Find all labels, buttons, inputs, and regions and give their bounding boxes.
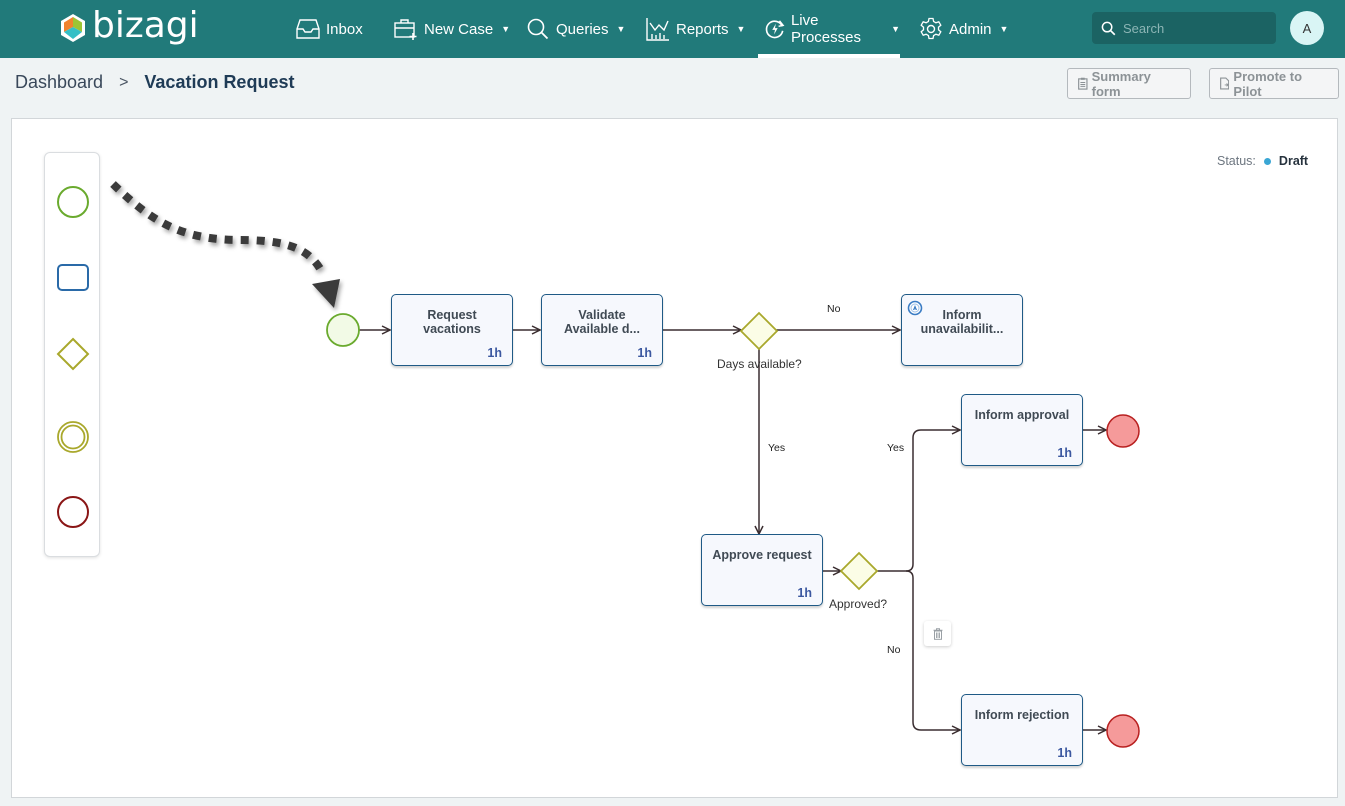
delete-connector-button[interactable] — [924, 621, 951, 646]
end-event-approval[interactable] — [1106, 414, 1140, 448]
task-label: Inform rejection — [974, 708, 1070, 722]
chevron-down-icon: ▼ — [999, 24, 1009, 34]
chevron-down-icon: ▼ — [736, 24, 746, 34]
gear-icon — [920, 17, 942, 40]
clipboard-icon — [1078, 77, 1088, 90]
task-label: Validate Available d... — [564, 308, 640, 336]
task-duration: 1h — [797, 586, 812, 600]
promote-to-pilot-label: Promote to Pilot — [1233, 68, 1303, 99]
search-icon — [1101, 21, 1116, 35]
briefcase-plus-icon — [394, 19, 417, 40]
flow-label-approved-yes: Yes — [887, 442, 905, 454]
nav-live-processes[interactable]: Live Processes ▼ — [758, 0, 900, 58]
palette-task[interactable] — [45, 255, 101, 301]
intermediate-event-icon — [57, 421, 89, 453]
task-duration: 1h — [637, 346, 652, 360]
flow-label-approved-no: No — [887, 644, 901, 656]
brand-name: bizagi — [92, 5, 199, 46]
user-avatar[interactable]: A — [1290, 11, 1324, 45]
process-status: Status: Draft — [1217, 154, 1308, 168]
inbox-icon — [296, 19, 320, 39]
nav-inbox-label: Inbox — [326, 20, 363, 38]
status-label: Status: — [1217, 154, 1256, 168]
lightning-refresh-icon — [765, 20, 785, 39]
breadcrumb-separator: > — [119, 73, 129, 91]
palette-end-event[interactable] — [45, 489, 101, 535]
nav-reports-label: Reports — [676, 20, 729, 38]
task-request-vacations[interactable]: Request vacations 1h — [391, 294, 513, 366]
breadcrumb-dashboard[interactable]: Dashboard — [15, 72, 103, 93]
flow-label-days-no: No — [827, 303, 841, 315]
flow-label-days-yes: Yes — [768, 442, 786, 454]
start-event-icon — [57, 186, 89, 218]
end-event-rejection[interactable] — [1106, 714, 1140, 748]
palette-gateway[interactable] — [45, 331, 101, 377]
nav-reports[interactable]: Reports ▼ — [646, 0, 745, 58]
global-search[interactable] — [1092, 12, 1276, 44]
top-navigation-bar: bizagi Inbox New Case ▼ Queries ▼ Report… — [0, 0, 1345, 58]
nav-inbox[interactable]: Inbox — [296, 0, 363, 58]
document-arrow-icon — [1220, 77, 1230, 90]
nav-queries-label: Queries — [556, 20, 609, 38]
bizagi-logo-icon — [61, 14, 85, 42]
end-event-icon — [57, 496, 89, 528]
summary-form-label: Summary form — [1091, 68, 1151, 99]
nav-admin[interactable]: Admin ▼ — [919, 0, 1008, 58]
trash-icon — [933, 627, 942, 640]
task-duration: 1h — [487, 346, 502, 360]
chevron-down-icon: ▼ — [501, 24, 511, 34]
task-duration: 1h — [1057, 746, 1072, 760]
task-validate-available-days[interactable]: Validate Available d... 1h — [541, 294, 663, 366]
search-input[interactable] — [1123, 20, 1263, 36]
task-duration: 1h — [1057, 446, 1072, 460]
task-label: Inform unavailabilit... — [920, 308, 1004, 336]
nav-new-case-label: New Case — [424, 20, 494, 38]
task-label: Approve request — [712, 548, 812, 562]
task-approve-request[interactable]: Approve request 1h — [701, 534, 823, 606]
nav-new-case[interactable]: New Case ▼ — [394, 0, 510, 58]
task-inform-unavailability[interactable]: Inform unavailabilit... — [901, 294, 1023, 366]
gateway-days-available-label: Days available? — [717, 357, 802, 371]
breadcrumb: Dashboard > Vacation Request — [15, 72, 294, 93]
promote-to-pilot-button[interactable]: Promote to Pilot — [1209, 68, 1339, 99]
task-inform-rejection[interactable]: Inform rejection 1h — [961, 694, 1083, 766]
bizagi-logo[interactable]: bizagi — [60, 5, 199, 47]
task-icon — [57, 264, 89, 291]
status-value: Draft — [1278, 154, 1309, 168]
status-indicator-dot — [1263, 157, 1271, 165]
task-label: Request vacations — [423, 308, 481, 336]
nav-live-processes-label: Live Processes — [790, 12, 861, 46]
chart-icon — [646, 18, 669, 41]
search-icon — [527, 18, 549, 40]
task-label: Inform approval — [974, 408, 1070, 422]
nav-queries[interactable]: Queries ▼ — [526, 0, 625, 58]
shape-palette — [44, 152, 100, 557]
chevron-down-icon: ▼ — [891, 24, 900, 34]
chevron-down-icon: ▼ — [616, 24, 626, 34]
nav-admin-label: Admin — [949, 20, 992, 38]
start-event[interactable] — [326, 313, 360, 347]
palette-start-event[interactable] — [45, 179, 101, 225]
task-inform-approval[interactable]: Inform approval 1h — [961, 394, 1083, 466]
process-modeler-canvas[interactable] — [11, 118, 1338, 798]
gateway-approved-label: Approved? — [829, 597, 888, 611]
gateway-icon — [56, 337, 90, 371]
palette-intermediate-event[interactable] — [45, 414, 101, 460]
summary-form-button[interactable]: Summary form — [1067, 68, 1191, 99]
page-title: Vacation Request — [144, 72, 295, 92]
